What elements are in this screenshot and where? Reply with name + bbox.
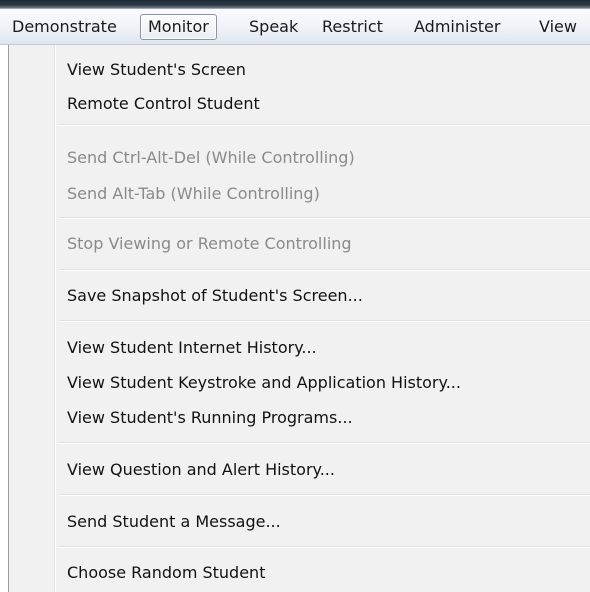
- menu-item-send-student-message[interactable]: Send Student a Message...: [67, 512, 281, 532]
- menu-item-stop-viewing: Stop Viewing or Remote Controlling: [67, 234, 352, 253]
- menu-item-view-running-programs[interactable]: View Student's Running Programs...: [67, 408, 353, 428]
- menu-separator: [59, 269, 590, 271]
- menu-monitor[interactable]: Monitor: [140, 14, 217, 40]
- menu-bar: Demonstrate Monitor Speak Restrict Admin…: [0, 9, 590, 45]
- menu-icon-gutter: [9, 45, 54, 592]
- menu-restrict[interactable]: Restrict: [322, 17, 383, 37]
- menu-demonstrate[interactable]: Demonstrate: [12, 17, 117, 37]
- menu-separator: [59, 494, 590, 496]
- gutter-divider-highlight: [55, 45, 56, 592]
- menu-item-send-ctrl-alt-del: Send Ctrl-Alt-Del (While Controlling): [67, 148, 355, 167]
- menu-item-view-student-screen[interactable]: View Student's Screen: [67, 60, 246, 80]
- menu-separator: [59, 546, 590, 548]
- menu-view[interactable]: View: [539, 17, 577, 37]
- menu-item-view-question-alert-history[interactable]: View Question and Alert History...: [67, 460, 335, 480]
- menu-separator: [59, 217, 590, 219]
- menu-speak[interactable]: Speak: [249, 17, 298, 37]
- menu-item-save-snapshot[interactable]: Save Snapshot of Student's Screen...: [67, 286, 363, 306]
- menu-separator: [59, 442, 590, 444]
- monitor-dropdown-menu: View Student's Screen Remote Control Stu…: [8, 45, 590, 592]
- menu-separator: [59, 124, 590, 126]
- menu-item-view-keystroke-history[interactable]: View Student Keystroke and Application H…: [67, 373, 461, 393]
- menu-item-remote-control-student[interactable]: Remote Control Student: [67, 94, 260, 114]
- window-title-strip: [0, 0, 590, 9]
- menu-separator: [59, 320, 590, 322]
- menu-administer[interactable]: Administer: [414, 17, 500, 37]
- application-window: Demonstrate Monitor Speak Restrict Admin…: [0, 0, 590, 592]
- menu-item-view-internet-history[interactable]: View Student Internet History...: [67, 338, 317, 358]
- menu-item-send-alt-tab: Send Alt-Tab (While Controlling): [67, 184, 320, 203]
- menu-item-choose-random-student[interactable]: Choose Random Student: [67, 563, 265, 583]
